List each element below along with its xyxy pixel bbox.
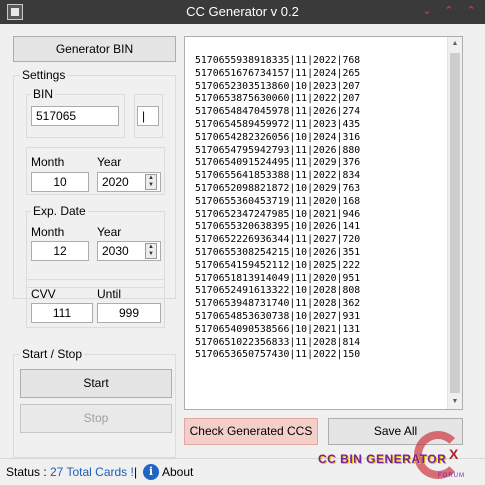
- card-line: 5170652491613322|10|2028|808: [195, 285, 361, 297]
- card-line: 5170652303513860|10|2023|207: [195, 80, 361, 92]
- minimize-button[interactable]: ⌃: [440, 3, 458, 19]
- about-link[interactable]: About: [162, 465, 193, 479]
- status-prefix: Status :: [6, 465, 47, 479]
- card-line: 5170655938918335|11|2022|768: [195, 55, 361, 66]
- exp-date-title: Exp. Date: [31, 204, 88, 218]
- check-generated-ccs-button[interactable]: Check Generated CCS: [184, 418, 318, 445]
- card-line: 5170653948731740|11|2028|362: [195, 298, 361, 310]
- spin-down-icon[interactable]: ▼: [146, 182, 156, 189]
- card-line: 5170651022356833|11|2028|814: [195, 336, 361, 348]
- menu-dropdown-button[interactable]: ⌄: [418, 3, 436, 19]
- card-line: 5170655641853388|11|2022|834: [195, 170, 361, 182]
- window-title: CC Generator v 0.2: [186, 4, 299, 19]
- card-line: 5170654282326056|10|2024|316: [195, 131, 361, 143]
- scroll-up-icon[interactable]: ▲: [448, 37, 462, 51]
- main-panel: Generator BIN Settings BIN 517065 | Mont…: [0, 24, 485, 458]
- spin-up-icon[interactable]: ▲: [146, 244, 156, 251]
- card-line: 5170652226936344|11|2027|720: [195, 234, 361, 246]
- generator-bin-button[interactable]: Generator BIN: [13, 36, 176, 62]
- scroll-down-icon[interactable]: ▼: [448, 395, 462, 409]
- stop-button[interactable]: Stop: [20, 404, 172, 433]
- card-line: 5170653650757430|11|2022|150: [195, 349, 361, 361]
- status-separator: |: [134, 465, 138, 479]
- watermark-text: CC BIN GENERATOR: [318, 452, 447, 466]
- cvv-input[interactable]: 111: [31, 303, 93, 323]
- watermark-x-letter: X: [449, 446, 459, 462]
- card-line: 5170652098821872|10|2029|763: [195, 182, 361, 194]
- year-label: Year: [97, 155, 122, 169]
- card-line: 5170653875630060|11|2022|207: [195, 93, 361, 105]
- watermark-logo: CC BIN GENERATOR X FORUM: [318, 428, 485, 485]
- exp-year-spinner[interactable]: ▲ ▼: [145, 243, 157, 259]
- cvv-label: CVV: [31, 287, 56, 301]
- watermark-forum-text: FORUM: [438, 473, 465, 479]
- spin-down-icon[interactable]: ▼: [146, 251, 156, 258]
- cards-list: 5170655938918335|11|2022|768 517065167673…: [195, 55, 360, 362]
- card-line: 5170655308254215|10|2026|351: [195, 246, 361, 258]
- card-line: 5170655320638395|10|2026|141: [195, 221, 361, 233]
- bin-extra-input[interactable]: |: [137, 106, 159, 126]
- start-stop-title: Start / Stop: [20, 347, 85, 361]
- title-bar[interactable]: CC Generator v 0.2 ⌄ ⌃ ⌃: [0, 0, 485, 24]
- settings-title: Settings: [20, 68, 68, 82]
- exp-month-input[interactable]: 12: [31, 241, 89, 261]
- year-spinner[interactable]: ▲ ▼: [145, 174, 157, 190]
- until-label: Until: [97, 287, 122, 301]
- card-line: 5170654847045978|11|2026|274: [195, 106, 361, 118]
- maximize-button[interactable]: ⌃: [462, 3, 480, 19]
- vertical-scrollbar[interactable]: ▲ ▼: [447, 37, 462, 409]
- info-icon[interactable]: i: [143, 464, 159, 480]
- card-line: 5170654091524495|11|2029|376: [195, 157, 361, 169]
- card-line: 5170652347247985|10|2021|946: [195, 208, 361, 220]
- bin-label: BIN: [31, 87, 56, 101]
- card-line: 5170654853630738|10|2027|931: [195, 310, 361, 322]
- generated-cards-textarea[interactable]: 5170655938918335|11|2022|768 517065167673…: [184, 36, 463, 410]
- card-line: 5170654795942793|11|2026|880: [195, 144, 361, 156]
- until-input[interactable]: 999: [97, 303, 161, 323]
- card-line: 5170655360453719|11|2020|168: [195, 195, 361, 207]
- month-input[interactable]: 10: [31, 172, 89, 192]
- card-line: 5170654090538566|10|2021|131: [195, 323, 361, 335]
- status-count: 27 Total Cards !: [50, 465, 134, 479]
- card-line: 5170651676734157|11|2024|265: [195, 67, 361, 79]
- month-label: Month: [31, 155, 65, 169]
- bin-input[interactable]: 517065: [31, 106, 119, 126]
- scrollbar-thumb[interactable]: [450, 53, 460, 393]
- spin-up-icon[interactable]: ▲: [146, 175, 156, 182]
- card-line: 5170651813914049|11|2020|951: [195, 272, 361, 284]
- start-button[interactable]: Start: [20, 369, 172, 398]
- card-line: 5170654589459972|11|2023|435: [195, 118, 361, 130]
- exp-year-label: Year: [97, 225, 122, 239]
- exp-month-label: Month: [31, 225, 65, 239]
- card-line: 5170654159452112|10|2025|222: [195, 259, 361, 271]
